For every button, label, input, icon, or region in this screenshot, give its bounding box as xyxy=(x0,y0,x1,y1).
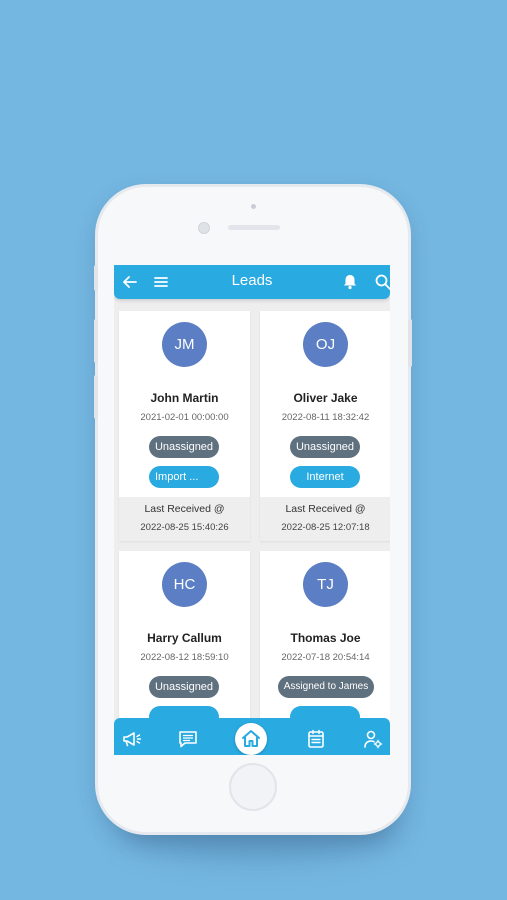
chat-icon[interactable] xyxy=(177,728,199,750)
source-badge[interactable]: Import ... xyxy=(149,466,219,488)
phone-frame: Leads JM John Martin 2021-02-01 00:00:00… xyxy=(94,187,412,832)
search-icon[interactable] xyxy=(373,272,390,292)
phone-home-key[interactable] xyxy=(229,763,277,811)
lead-date: 2022-08-11 18:32:42 xyxy=(281,412,370,423)
home-icon xyxy=(242,730,260,747)
phone-volume-up xyxy=(94,319,98,363)
status-badge[interactable]: Unassigned xyxy=(149,436,219,458)
lead-date: 2022-07-18 20:54:14 xyxy=(281,652,370,663)
phone-volume-down xyxy=(94,375,98,419)
app-bar: Leads xyxy=(114,265,390,299)
avatar: TJ xyxy=(303,562,348,607)
last-received-box: Last Received @ 2022-08-25 12:07:18 xyxy=(260,497,390,541)
calendar-icon[interactable] xyxy=(305,728,327,750)
earpiece-speaker xyxy=(228,225,280,230)
lead-date: 2021-02-01 00:00:00 xyxy=(140,412,229,423)
avatar: JM xyxy=(162,322,207,367)
lead-name: John Martin xyxy=(150,391,219,405)
lead-name: Oliver Jake xyxy=(293,391,358,405)
phone-mute-switch xyxy=(94,265,98,291)
source-badge[interactable]: Internet xyxy=(290,466,360,488)
status-badge[interactable]: Unassigned xyxy=(290,436,360,458)
last-received-time: 2022-08-25 15:40:26 xyxy=(140,522,229,533)
app-screen: Leads JM John Martin 2021-02-01 00:00:00… xyxy=(114,265,390,755)
last-received-time: 2022-08-25 12:07:18 xyxy=(281,522,370,533)
status-badge[interactable]: Unassigned xyxy=(149,676,219,698)
lead-date: 2022-08-12 18:59:10 xyxy=(140,652,229,663)
front-camera xyxy=(198,222,210,234)
phone-power-button xyxy=(408,319,412,367)
bell-icon[interactable] xyxy=(340,272,360,292)
bottom-nav xyxy=(114,718,390,755)
lead-name: Thomas Joe xyxy=(290,631,361,645)
megaphone-icon[interactable] xyxy=(120,728,142,750)
last-received-label: Last Received @ xyxy=(144,503,225,515)
avatar: OJ xyxy=(303,322,348,367)
avatar: HC xyxy=(162,562,207,607)
user-settings-icon[interactable] xyxy=(362,728,384,750)
home-button[interactable] xyxy=(235,723,267,755)
lead-name: Harry Callum xyxy=(147,631,222,645)
last-received-label: Last Received @ xyxy=(285,503,366,515)
status-badge[interactable]: Assigned to James xyxy=(278,676,374,698)
last-received-box: Last Received @ 2022-08-25 15:40:26 xyxy=(119,497,250,541)
lead-card[interactable]: OJ Oliver Jake 2022-08-11 18:32:42 Unass… xyxy=(260,311,390,541)
lead-card[interactable]: JM John Martin 2021-02-01 00:00:00 Unass… xyxy=(119,311,250,541)
proximity-sensor xyxy=(251,204,256,209)
